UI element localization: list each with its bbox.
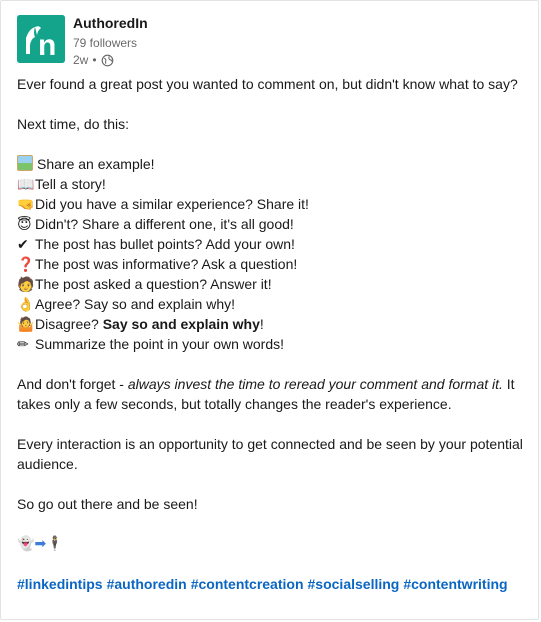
book-icon: 📖 [17, 177, 35, 193]
reminder-italic: always invest the time to reread your co… [127, 376, 503, 392]
logo-mark-icon: n [17, 15, 65, 63]
list-item-text: Tell a story! [35, 176, 106, 192]
hashtags: #linkedintips #authoredin #contentcreation… [17, 574, 527, 594]
post-header: n AuthoredIn 79 followers 2w • [17, 15, 148, 68]
list-item-bold-text: Say so and explain why [102, 316, 260, 332]
pencil-icon: ✏ [17, 337, 29, 353]
follower-count: 79 followers [73, 35, 138, 50]
teacher-icon: 🧑 [17, 277, 35, 293]
hand-icon: 🤜 [17, 197, 35, 213]
post-time: 2w • [73, 53, 148, 68]
post-intro: Ever found a great post you wanted to co… [17, 76, 518, 92]
hashtag-link[interactable]: #authoredin [107, 576, 187, 592]
list-item-text: Didn't? Share a different one, it's all … [35, 216, 294, 232]
svg-text:n: n [38, 29, 56, 62]
hashtag-link[interactable]: #linkedintips [17, 576, 103, 592]
post-body: Ever found a great post you wanted to co… [17, 74, 527, 594]
question-icon: ❓ [17, 257, 35, 273]
picture-icon [17, 155, 33, 171]
list-item: 👌Agree? Say so and explain why! [17, 294, 527, 314]
list-item-text: The post asked a question? Answer it! [35, 276, 272, 292]
list-item: 🤷Disagree? Say so and explain why! [17, 314, 527, 334]
person-shrug-icon: 🤷 [17, 317, 35, 333]
hashtag-link[interactable]: #contentcreation [191, 576, 304, 592]
post-age: 2w [73, 52, 89, 67]
list-item: ✏ Summarize the point in your own words! [17, 334, 527, 354]
list-item-text: Share an example! [37, 156, 155, 172]
list-item: 🤜Did you have a similar experience? Shar… [17, 194, 527, 214]
list-item: 🧑The post asked a question? Answer it! [17, 274, 527, 294]
separator-dot: • [92, 52, 97, 67]
list-item-text: The post has bullet points? Add your own… [35, 236, 295, 252]
post-next-time: Next time, do this: [17, 116, 130, 132]
hashtag-link[interactable]: #socialselling [308, 576, 400, 592]
list-item-text: The post was informative? Ask a question… [35, 256, 298, 272]
ok-hand-icon: 👌 [17, 297, 35, 313]
post-reminder: And don't forget - always invest the tim… [17, 374, 527, 414]
list-item: Share an example! [17, 154, 527, 174]
author-name[interactable]: AuthoredIn [73, 15, 148, 33]
post-interaction: Every interaction is an opportunity to g… [17, 436, 523, 472]
check-icon: ✔ [17, 237, 29, 253]
list-item: 😇 Didn't? Share a different one, it's all… [17, 214, 527, 234]
list-item-text: Agree? Say so and explain why! [35, 296, 236, 312]
company-logo[interactable]: n [17, 15, 65, 63]
reminder-prefix: And don't forget - [17, 376, 128, 392]
post-card: n AuthoredIn 79 followers 2w • Ever foun… [0, 0, 539, 620]
halo-face-icon: 😇 [17, 217, 32, 233]
hashtag-link[interactable]: #contentwriting [403, 576, 507, 592]
globe-icon [101, 54, 113, 66]
list-item: 📖Tell a story! [17, 174, 527, 194]
emoji-row: 👻➡🕴 [17, 534, 527, 554]
list-item-text: Summarize the point in your own words! [35, 336, 284, 352]
list-item-text: Did you have a similar experience? Share… [35, 196, 309, 212]
person-standing-icon: 🕴 [46, 536, 64, 552]
right-arrow-icon: ➡ [34, 536, 47, 552]
list-item-text-end: ! [259, 316, 264, 332]
list-item: ✔ The post has bullet points? Add your ow… [17, 234, 527, 254]
post-closing: So go out there and be seen! [17, 496, 198, 512]
list-item-text: Disagree? [35, 316, 103, 332]
ghost-icon: 👻 [17, 536, 35, 552]
tips-list: Share an example! 📖Tell a story! 🤜Did yo… [17, 154, 527, 354]
list-item: ❓The post was informative? Ask a questio… [17, 254, 527, 274]
